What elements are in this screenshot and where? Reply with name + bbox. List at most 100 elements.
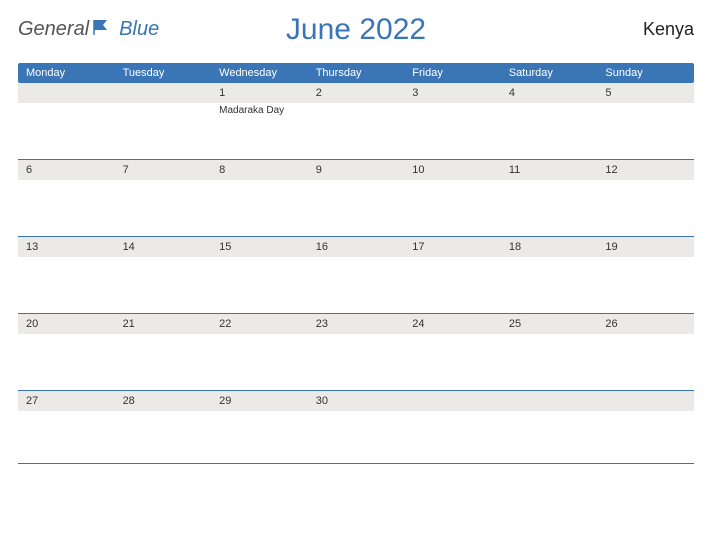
day-number: 17 (404, 237, 501, 257)
day-event (308, 257, 405, 313)
day-cell: 17 (404, 237, 501, 313)
week-row: 20212223242526 (18, 314, 694, 391)
logo-flag-icon (93, 18, 115, 41)
day-cell (404, 391, 501, 463)
day-event (211, 411, 308, 463)
day-cell: 6 (18, 160, 115, 236)
day-cell: 11 (501, 160, 598, 236)
day-cell: 4 (501, 83, 598, 159)
day-number (501, 391, 598, 411)
day-cell: 14 (115, 237, 212, 313)
day-cell: 15 (211, 237, 308, 313)
weekday-header-row: Monday Tuesday Wednesday Thursday Friday… (18, 63, 694, 83)
day-cell: 18 (501, 237, 598, 313)
week-row: 6789101112 (18, 160, 694, 237)
week-row: 27282930 (18, 391, 694, 464)
day-number: 12 (597, 160, 694, 180)
day-number: 16 (308, 237, 405, 257)
day-event (404, 180, 501, 236)
day-cell: 20 (18, 314, 115, 390)
day-event (115, 411, 212, 463)
day-event (308, 180, 405, 236)
day-cell: 24 (404, 314, 501, 390)
day-event: Madaraka Day (211, 103, 308, 159)
day-event (18, 334, 115, 390)
day-number: 30 (308, 391, 405, 411)
day-event (597, 103, 694, 159)
day-event (115, 334, 212, 390)
day-event (597, 411, 694, 463)
day-number (404, 391, 501, 411)
day-number: 14 (115, 237, 212, 257)
day-number: 29 (211, 391, 308, 411)
day-event (404, 257, 501, 313)
day-event (501, 334, 598, 390)
day-cell: 5 (597, 83, 694, 159)
day-number: 10 (404, 160, 501, 180)
day-event (501, 257, 598, 313)
day-event (597, 180, 694, 236)
day-event (501, 103, 598, 159)
day-number: 24 (404, 314, 501, 334)
day-cell: 8 (211, 160, 308, 236)
day-cell (115, 83, 212, 159)
day-event (308, 334, 405, 390)
calendar-country: Kenya (643, 19, 694, 40)
day-event (308, 103, 405, 159)
day-number: 21 (115, 314, 212, 334)
day-event (501, 411, 598, 463)
day-cell: 22 (211, 314, 308, 390)
week-row: 1Madaraka Day2345 (18, 83, 694, 160)
day-cell: 10 (404, 160, 501, 236)
day-number: 7 (115, 160, 212, 180)
day-event (211, 257, 308, 313)
day-number: 2 (308, 83, 405, 103)
day-number (18, 83, 115, 103)
day-event (115, 103, 212, 159)
calendar-grid: Monday Tuesday Wednesday Thursday Friday… (18, 63, 694, 464)
day-event (115, 257, 212, 313)
logo-text-part2: Blue (119, 18, 159, 41)
day-cell (18, 83, 115, 159)
day-number (115, 83, 212, 103)
day-number: 1 (211, 83, 308, 103)
day-event (404, 103, 501, 159)
day-number: 18 (501, 237, 598, 257)
day-cell: 1Madaraka Day (211, 83, 308, 159)
day-event (211, 180, 308, 236)
day-cell: 27 (18, 391, 115, 463)
day-cell: 3 (404, 83, 501, 159)
day-cell: 12 (597, 160, 694, 236)
logo: General Blue (18, 18, 159, 41)
day-cell: 2 (308, 83, 405, 159)
day-event (18, 103, 115, 159)
day-event (597, 257, 694, 313)
day-number: 22 (211, 314, 308, 334)
calendar-header: General Blue June 2022 Kenya (18, 18, 694, 41)
day-event (18, 180, 115, 236)
day-cell (597, 391, 694, 463)
day-cell: 28 (115, 391, 212, 463)
weekday-header: Tuesday (115, 63, 212, 83)
day-number: 6 (18, 160, 115, 180)
calendar-title: June 2022 (286, 13, 426, 47)
day-cell: 13 (18, 237, 115, 313)
day-number (597, 391, 694, 411)
day-number: 27 (18, 391, 115, 411)
day-event (308, 411, 405, 463)
day-number: 5 (597, 83, 694, 103)
day-number: 4 (501, 83, 598, 103)
day-cell (501, 391, 598, 463)
day-number: 9 (308, 160, 405, 180)
weekday-header: Thursday (308, 63, 405, 83)
day-event (597, 334, 694, 390)
day-number: 3 (404, 83, 501, 103)
week-row: 13141516171819 (18, 237, 694, 314)
day-number: 23 (308, 314, 405, 334)
day-cell: 29 (211, 391, 308, 463)
day-number: 25 (501, 314, 598, 334)
day-cell: 7 (115, 160, 212, 236)
day-number: 20 (18, 314, 115, 334)
day-cell: 25 (501, 314, 598, 390)
weekday-header: Friday (404, 63, 501, 83)
